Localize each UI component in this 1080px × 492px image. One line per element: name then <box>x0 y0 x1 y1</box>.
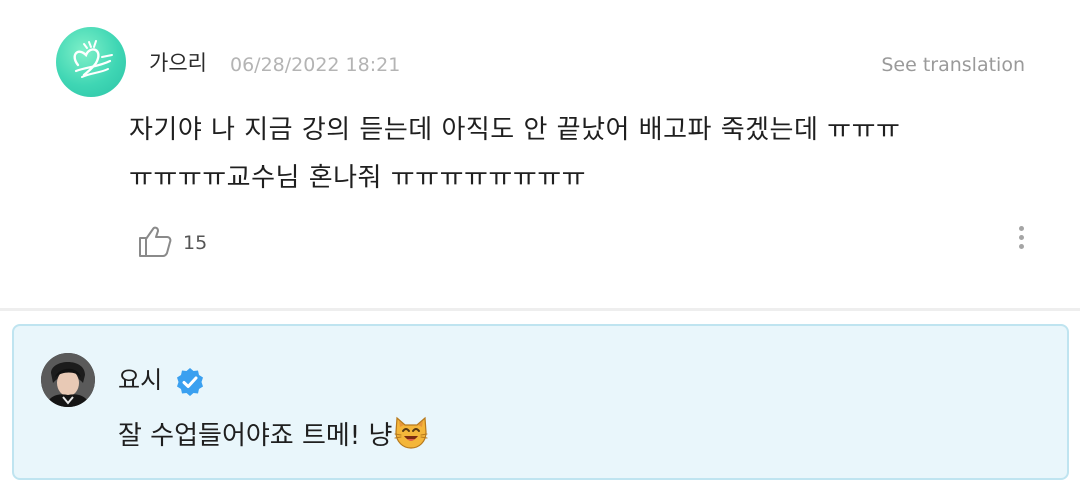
see-translation-link[interactable]: See translation <box>881 51 1025 79</box>
like-count: 15 <box>183 232 208 254</box>
artist-reply: 요시 잘 수업들어야죠 트메! 냥 <box>12 324 1069 480</box>
author-avatar[interactable] <box>56 27 126 97</box>
profile-photo-icon <box>41 353 95 407</box>
post-author-name[interactable]: 가으리 <box>149 49 207 77</box>
section-divider <box>0 308 1080 311</box>
heart-doodle-icon <box>73 40 113 78</box>
thumbs-up-icon <box>139 226 172 257</box>
post-timestamp: 06/28/2022 18:21 <box>230 54 401 76</box>
fan-post: 가으리 06/28/2022 18:21 See translation 자기야… <box>0 0 1080 308</box>
reply-message: 잘 수업들어야죠 트메! 냥 <box>118 421 393 451</box>
reply-author-avatar[interactable] <box>41 353 95 407</box>
reply-author-name[interactable]: 요시 <box>118 365 162 395</box>
more-options-button[interactable] <box>1008 222 1034 262</box>
verified-badge-icon <box>174 366 206 398</box>
post-body-text: 자기야 나 지금 강의 듣는데 아직도 안 끝났어 배고파 죽겠는데 ㅠㅠㅠ ㅠ… <box>129 115 901 193</box>
more-vertical-icon <box>1018 226 1024 231</box>
like-button[interactable] <box>136 222 176 262</box>
reply-text: 잘 수업들어야죠 트메! 냥 <box>118 414 430 454</box>
smiling-cat-emoji-icon <box>392 414 430 450</box>
